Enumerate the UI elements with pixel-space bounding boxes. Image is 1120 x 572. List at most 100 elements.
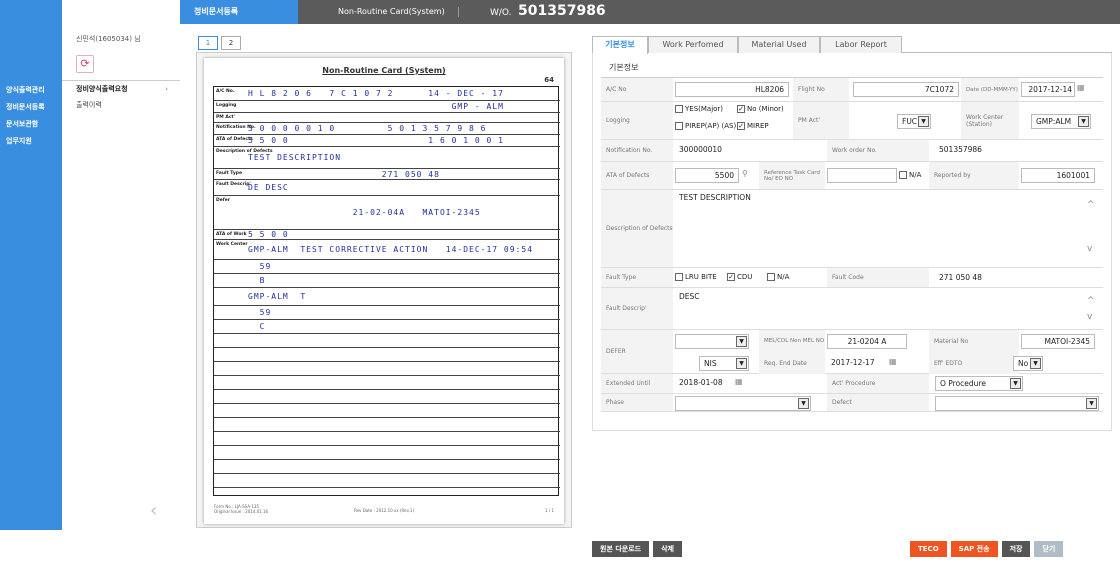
nav-item-doc-register[interactable]: 정비문서등록	[0, 99, 62, 116]
logging-yes-option[interactable]: YES(Major)	[675, 105, 745, 113]
checkbox[interactable]	[899, 171, 907, 179]
calendar-icon[interactable]: ▦	[1077, 83, 1085, 92]
select-value: NIS	[704, 359, 717, 368]
document-empty-row	[214, 418, 560, 432]
logging-no-option[interactable]: ✓ No (Minor)	[737, 105, 793, 113]
handwritten-entry: 21-02-04A MATOI-2345	[248, 208, 481, 217]
work-order-field[interactable]: 501357986	[935, 143, 1095, 158]
checkbox-checked[interactable]: ✓	[727, 273, 735, 281]
divider	[458, 7, 459, 17]
reported-by-label: Reported by	[929, 162, 1019, 189]
scroll-up-icon[interactable]: ^	[1087, 200, 1095, 210]
reference-na-option[interactable]: N/A	[899, 171, 921, 179]
document-row-label: Work Center	[216, 242, 248, 247]
search-icon[interactable]: ⚲	[742, 169, 748, 178]
defer-label: DEFER	[601, 330, 673, 373]
sidebar: 신민석(1605034) 님 ⟳ 정비양식출력요청 › 출력이력 ‹	[62, 0, 180, 530]
req-end-field[interactable]: 2017-12-17	[827, 356, 885, 371]
scroll-up-icon[interactable]: ^	[1087, 296, 1095, 306]
checkbox[interactable]	[767, 273, 775, 281]
page-tab-1[interactable]: 1	[198, 36, 218, 50]
req-end-label: Req. End Date	[759, 352, 825, 374]
nav-item-form-print[interactable]: 양식출력관리	[0, 82, 62, 99]
flight-no-label: Flight No	[793, 78, 849, 101]
fault-type-lru-option[interactable]: LRU BITE	[675, 273, 717, 281]
refresh-icon[interactable]: ⟳	[76, 55, 94, 73]
act-procedure-select[interactable]: O Procedure ▼	[935, 376, 1023, 391]
document-empty-row	[214, 390, 560, 404]
logging-pirep-option[interactable]: PIREP(AP) (AS)	[675, 122, 737, 130]
teco-button[interactable]: TECO	[910, 541, 947, 557]
description-label: Description of Defects	[601, 190, 673, 267]
document-viewer[interactable]: Non-Routine Card (System) 64 A/C No. H L …	[196, 52, 572, 528]
nis-select[interactable]: NIS ▼	[699, 356, 749, 371]
form-row: Extended Until 2018-01-08 ▦ Act' Procedu…	[601, 374, 1103, 394]
option-label: PIREP(AP) (AS)	[685, 122, 737, 130]
ac-no-field[interactable]: HL8206	[675, 82, 789, 97]
chevron-down-icon: ▼	[918, 116, 929, 127]
document-row-label: Fault Type	[216, 171, 243, 176]
submenu-item-label: 정비양식출력요청	[76, 85, 128, 93]
option-label: YES(Major)	[685, 105, 724, 113]
checkbox[interactable]	[675, 273, 683, 281]
right-buttons: TECO SAP 전송 저장 닫기	[910, 541, 1067, 557]
date-field[interactable]: 2017-12-14	[1021, 82, 1075, 97]
close-button[interactable]: 닫기	[1034, 541, 1064, 557]
submenu-item-print-request[interactable]: 정비양식출력요청 ›	[62, 80, 180, 97]
chevron-down-icon: ▼	[1010, 378, 1021, 389]
collapse-sidebar-icon[interactable]: ‹	[150, 500, 157, 521]
download-original-button[interactable]: 원본 다운로드	[592, 541, 650, 557]
tab-doc-register[interactable]: 정비문서등록	[180, 0, 298, 24]
tab-material-used[interactable]: Material Used	[738, 36, 820, 53]
tab-work-performed[interactable]: Work Perfomed	[648, 36, 738, 53]
pm-act-select[interactable]: FUC ▼	[897, 114, 931, 129]
handwritten-entry: TEST DESCRIPTION	[248, 153, 342, 162]
fault-type-cdu-option[interactable]: ✓ CDU	[727, 273, 752, 281]
submenu-item-print-history[interactable]: 출력이력	[62, 97, 180, 114]
notification-field[interactable]: 300000010	[675, 143, 821, 158]
reference-label: Reference Task Card No/ EO NO	[759, 162, 825, 189]
save-button[interactable]: 저장	[1001, 541, 1031, 557]
date-label: Date (DD-MMM-YY)	[961, 78, 1019, 101]
scroll-down-icon[interactable]: v	[1087, 244, 1092, 254]
handwritten-entry: 5 5 0 0 1 6 0 1 0 0 1	[248, 136, 504, 145]
chevron-right-icon: ›	[165, 85, 168, 93]
ata-field[interactable]: 5500	[675, 168, 739, 183]
reported-by-field[interactable]: 1601001	[1021, 168, 1095, 183]
nav-item-archive[interactable]: 문서보관함	[0, 116, 62, 133]
scroll-down-icon[interactable]: v	[1087, 312, 1092, 322]
work-center-select[interactable]: GMP:ALM ▼	[1031, 114, 1091, 129]
option-label: No (Minor)	[747, 105, 784, 113]
reference-field[interactable]	[827, 168, 897, 183]
checkbox[interactable]	[675, 122, 683, 130]
eff-edto-select[interactable]: No ▼	[1013, 356, 1043, 371]
defer-select[interactable]: ▼	[675, 334, 749, 349]
calendar-icon[interactable]: ▦	[735, 377, 743, 386]
delete-button[interactable]: 삭제	[653, 541, 682, 557]
fault-type-na-option[interactable]: N/A	[767, 273, 789, 281]
checkbox-checked[interactable]: ✓	[737, 105, 745, 113]
work-order-label: Work order No.	[827, 140, 929, 161]
defect-label: Defect	[827, 394, 929, 411]
tab-labor-report[interactable]: Labor Report	[820, 36, 902, 53]
fault-descrip-textarea[interactable]: DESC	[675, 290, 1095, 326]
checkbox[interactable]	[675, 105, 683, 113]
logging-mirep-option[interactable]: ✓ MIREP	[737, 122, 769, 130]
mel-field[interactable]: 21-0204 A	[827, 334, 907, 349]
flight-no-field[interactable]: 7C1072	[853, 82, 959, 97]
calendar-icon[interactable]: ▦	[889, 357, 897, 366]
chevron-down-icon: ▼	[1030, 358, 1041, 369]
material-field[interactable]: MATOI-2345	[1021, 334, 1095, 349]
page-tab-2[interactable]: 2	[221, 36, 241, 50]
tab-basic-info[interactable]: 기본정보	[592, 36, 648, 54]
description-textarea[interactable]: TEST DESCRIPTION	[675, 192, 1095, 264]
extended-field[interactable]: 2018-01-08	[675, 376, 733, 391]
nav-item-support[interactable]: 업무지원	[0, 133, 62, 150]
sap-send-button[interactable]: SAP 전송	[950, 541, 998, 557]
checkbox-checked[interactable]: ✓	[737, 122, 745, 130]
defect-select[interactable]: ▼	[935, 396, 1099, 411]
phase-select[interactable]: ▼	[675, 396, 811, 411]
fault-code-field[interactable]: 271 050 48	[935, 271, 1095, 286]
chevron-down-icon: ▼	[736, 336, 747, 347]
handwritten-entry: 59	[248, 262, 272, 271]
